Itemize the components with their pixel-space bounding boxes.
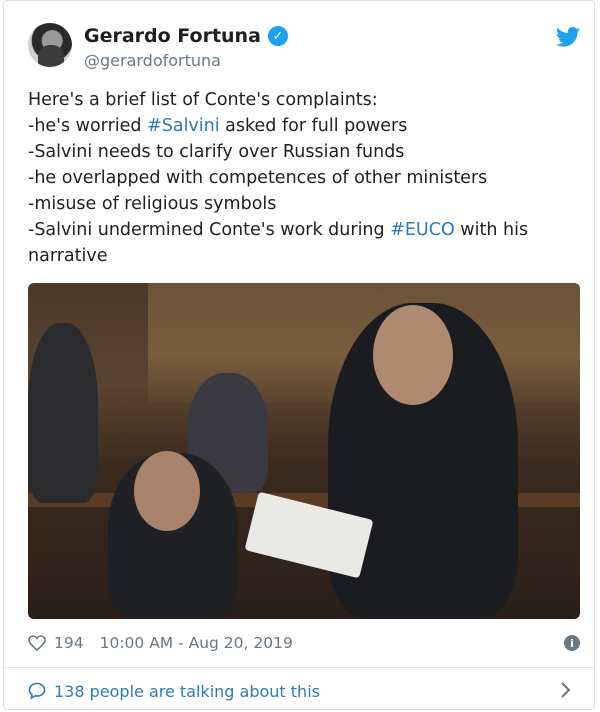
tweet-meta: 194 10:00 AM - Aug 20, 2019 i (28, 631, 580, 655)
tweet-header: Gerardo Fortuna ✓ @gerardofortuna (28, 23, 580, 73)
tweet-text: Here's a brief list of Conte's complaint… (28, 87, 580, 269)
tweet-line: -Salvini undermined Conte's work during … (28, 220, 529, 240)
like-count[interactable]: 194 (54, 634, 84, 652)
heart-icon[interactable] (28, 635, 46, 651)
tweet-line: -misuse of religious symbols (28, 194, 277, 214)
photo-person (373, 305, 453, 405)
author-name-row[interactable]: Gerardo Fortuna ✓ (84, 25, 288, 47)
verified-badge-icon: ✓ (267, 26, 288, 46)
author-handle[interactable]: @gerardofortuna (84, 51, 221, 70)
tweet-line: narrative (28, 246, 108, 266)
photo-person (28, 323, 98, 503)
twitter-bird-icon[interactable] (556, 27, 580, 47)
tweet-card: Gerardo Fortuna ✓ @gerardofortuna Here's… (3, 0, 595, 710)
tweet-line: -he overlapped with competences of other… (28, 168, 488, 188)
tweet-photo[interactable] (28, 283, 580, 619)
tweet-line: -Salvini needs to clarify over Russian f… (28, 142, 405, 162)
tweet-line: Here's a brief list of Conte's complaint… (28, 90, 378, 110)
speech-bubble-icon (28, 682, 46, 700)
author-display-name[interactable]: Gerardo Fortuna (84, 25, 261, 47)
photo-person (134, 451, 200, 531)
conversation-link[interactable]: 138 people are talking about this (28, 679, 580, 703)
divider (4, 667, 594, 668)
hashtag-link[interactable]: #Salvini (147, 116, 220, 136)
hashtag-link[interactable]: #EUCO (390, 220, 455, 240)
avatar[interactable] (28, 23, 72, 67)
chevron-right-icon[interactable] (560, 681, 572, 699)
tweet-line: -he's worried #Salvini asked for full po… (28, 116, 408, 136)
conversation-label[interactable]: 138 people are talking about this (54, 682, 320, 701)
tweet-timestamp[interactable]: 10:00 AM - Aug 20, 2019 (100, 634, 293, 652)
info-icon[interactable]: i (564, 635, 580, 651)
